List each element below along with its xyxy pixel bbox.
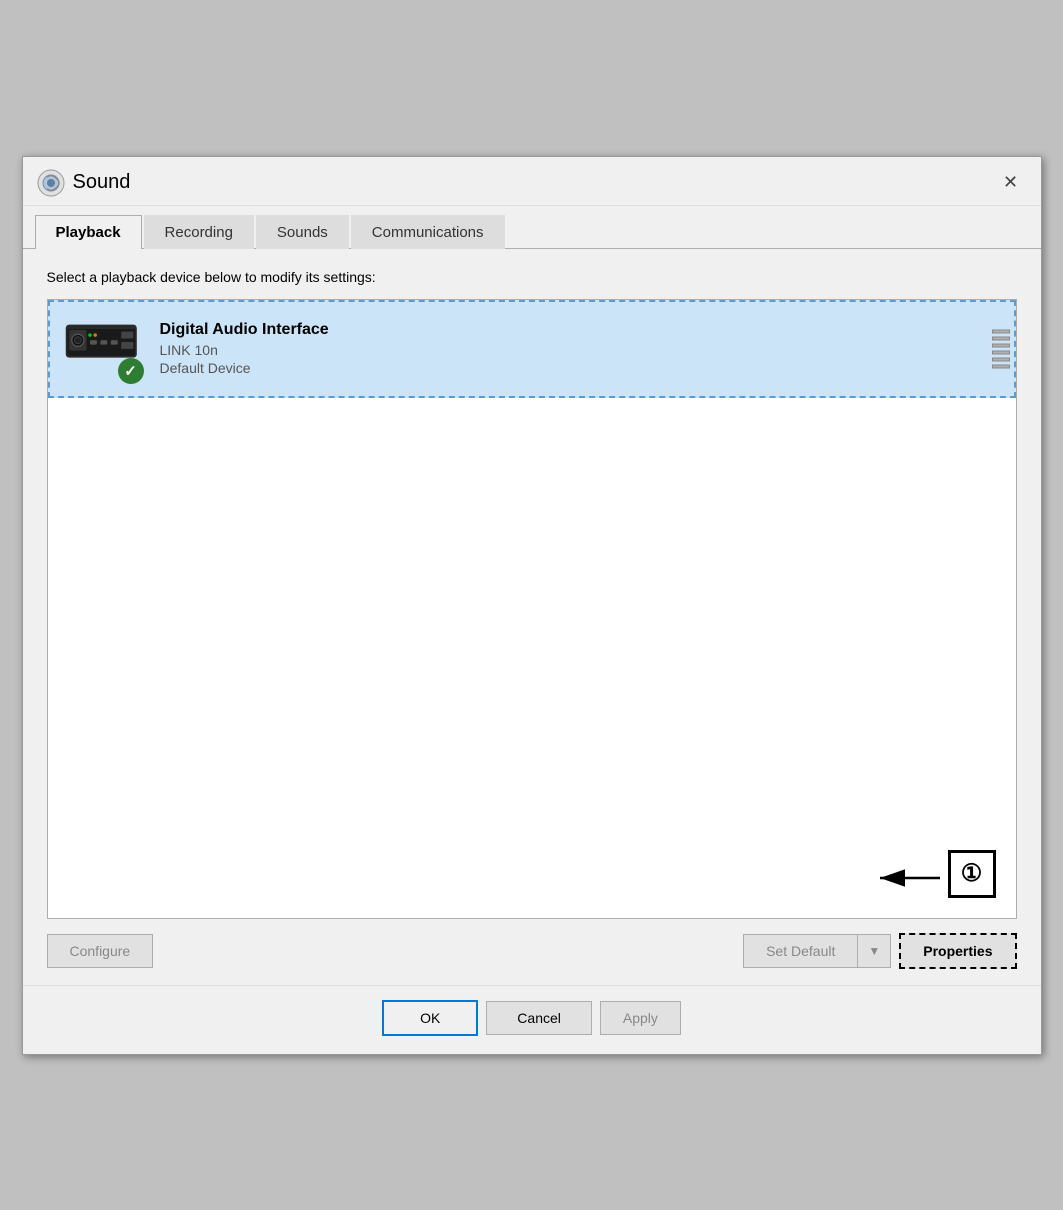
apply-button[interactable]: Apply <box>600 1001 681 1035</box>
ok-button[interactable]: OK <box>382 1000 478 1036</box>
tab-bar: Playback Recording Sounds Communications <box>23 206 1041 249</box>
scroll-decoration <box>992 329 1010 368</box>
instruction-text: Select a playback device below to modify… <box>47 269 1017 285</box>
set-default-button[interactable]: Set Default <box>743 934 858 968</box>
sound-icon <box>37 169 65 197</box>
tab-communications[interactable]: Communications <box>351 215 505 249</box>
device-name: Digital Audio Interface <box>160 321 1000 339</box>
tab-playback[interactable]: Playback <box>35 215 142 249</box>
close-button[interactable]: ✕ <box>995 167 1027 199</box>
sound-dialog: Sound ✕ Playback Recording Sounds Commun… <box>22 156 1042 1055</box>
device-status: Default Device <box>160 360 1000 376</box>
cancel-button[interactable]: Cancel <box>486 1001 592 1035</box>
set-default-dropdown[interactable]: ▼ <box>858 934 891 968</box>
annotation-arrow <box>870 858 950 908</box>
bottom-row: OK Cancel Apply <box>23 985 1041 1054</box>
properties-button[interactable]: Properties <box>899 933 1016 969</box>
device-item[interactable]: Digital Audio Interface LINK 10n Default… <box>48 300 1016 398</box>
device-sub: LINK 10n <box>160 342 1000 358</box>
device-list[interactable]: Digital Audio Interface LINK 10n Default… <box>47 299 1017 919</box>
tab-recording[interactable]: Recording <box>144 215 254 249</box>
title-bar: Sound ✕ <box>23 157 1041 206</box>
device-icon-wrapper <box>64 314 144 384</box>
set-default-group: Set Default ▼ <box>743 934 891 968</box>
configure-button[interactable]: Configure <box>47 934 154 968</box>
device-info: Digital Audio Interface LINK 10n Default… <box>160 321 1000 376</box>
window-title: Sound <box>73 171 995 194</box>
content-area: Select a playback device below to modify… <box>23 249 1041 985</box>
annotation-area: ① <box>948 850 996 898</box>
tab-sounds[interactable]: Sounds <box>256 215 349 249</box>
default-device-badge <box>118 358 144 384</box>
annotation-number: ① <box>948 850 996 898</box>
button-row: Configure Set Default ▼ Properties <box>47 933 1017 969</box>
